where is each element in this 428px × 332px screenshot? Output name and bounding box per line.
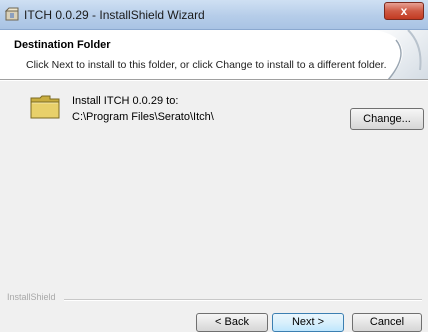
installer-app-icon [4, 7, 19, 21]
banner-decoration [368, 30, 428, 79]
close-icon: x [400, 4, 408, 18]
page-subtitle: Click Next to install to this folder, or… [26, 59, 387, 71]
installshield-label: InstallShield [7, 292, 56, 302]
title-bar[interactable]: ITCH 0.0.29 - InstallShield Wizard x [0, 0, 428, 30]
page-title: Destination Folder [14, 39, 111, 51]
installshield-wizard-window: ITCH 0.0.29 - InstallShield Wizard x Des… [0, 0, 428, 332]
install-to-label: Install ITCH 0.0.29 to: [72, 95, 179, 107]
close-button[interactable]: x [384, 2, 424, 20]
header-divider [0, 80, 428, 81]
next-button[interactable]: Next > [272, 313, 344, 332]
change-button[interactable]: Change... [350, 108, 424, 130]
window-title: ITCH 0.0.29 - InstallShield Wizard [24, 8, 205, 22]
installshield-brand-row: InstallShield [0, 292, 428, 306]
footer-divider [64, 299, 422, 301]
folder-icon [30, 95, 60, 119]
install-path: C:\Program Files\Serato\Itch\ [72, 111, 214, 123]
header-banner: Destination Folder Click Next to install… [0, 30, 428, 80]
back-button[interactable]: < Back [196, 313, 268, 332]
cancel-button[interactable]: Cancel [352, 313, 422, 332]
